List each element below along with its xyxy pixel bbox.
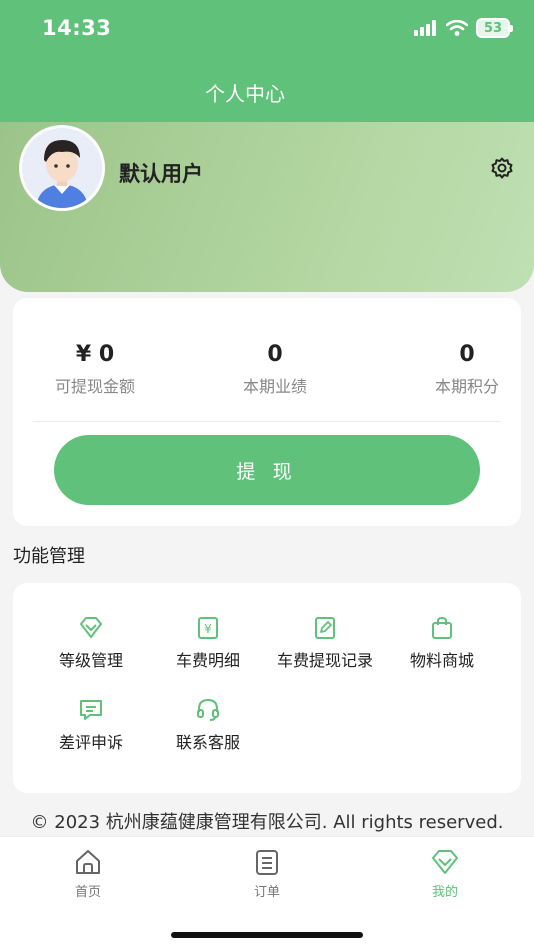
balance-card: ¥ 0 可提现金额 0 本期业绩 0 本期积分 提 现 xyxy=(13,298,521,526)
function-grid: 等级管理 ¥ 车费明细 车费提现记录 物料商城 差评申诉 联系客服 xyxy=(13,583,521,793)
home-indicator xyxy=(171,932,363,938)
func-customer-service[interactable]: 联系客服 xyxy=(143,697,273,753)
signal-icon xyxy=(414,20,436,36)
shopping-bag-icon xyxy=(432,616,452,639)
page-title: 个人中心 xyxy=(205,82,285,106)
copyright-text: © 2023 杭州康蕴健康管理有限公司. All rights reserved… xyxy=(30,812,504,833)
withdraw-button[interactable]: 提 现 xyxy=(54,435,480,505)
section-title: 功能管理 xyxy=(13,546,85,567)
status-icons: 53 xyxy=(414,18,513,38)
yen-doc-icon: ¥ xyxy=(198,617,218,639)
avatar-illustration-icon xyxy=(22,128,102,208)
func-complaint[interactable]: 差评申诉 xyxy=(26,697,156,753)
stat-label: 本期积分 xyxy=(434,377,499,396)
stat-label: 可提现金额 xyxy=(54,377,135,396)
tab-label: 订单 xyxy=(253,885,280,900)
func-label: 联系客服 xyxy=(175,733,240,752)
battery-icon: 53 xyxy=(476,18,513,38)
func-level-management[interactable]: 等级管理 xyxy=(26,615,156,671)
avatar[interactable] xyxy=(19,125,105,211)
home-icon xyxy=(76,850,100,874)
tab-orders[interactable]: 订单 xyxy=(217,847,317,900)
diamond-icon xyxy=(80,617,102,638)
profile-header: 默认用户 xyxy=(0,122,534,292)
tab-label: 首页 xyxy=(74,885,101,900)
stat-value: ¥ 0 xyxy=(75,342,115,367)
tab-mine[interactable]: 我的 xyxy=(395,847,495,900)
divider xyxy=(33,421,501,422)
order-icon xyxy=(256,850,278,875)
func-fare-details[interactable]: ¥ 车费明细 xyxy=(143,615,273,671)
svg-text:¥: ¥ xyxy=(204,622,212,636)
stat-value: 0 xyxy=(459,342,475,367)
tab-label: 我的 xyxy=(431,885,458,900)
profile-diamond-icon xyxy=(432,850,458,874)
stat-label: 本期业绩 xyxy=(242,377,307,396)
status-bar: 14:33 53 xyxy=(0,0,534,60)
stat-performance: 0 本期业绩 xyxy=(213,342,337,397)
nav-bar: 个人中心 xyxy=(0,60,534,122)
message-icon xyxy=(80,700,102,720)
func-label: 物料商城 xyxy=(409,651,474,670)
stat-withdrawable: ¥ 0 可提现金额 xyxy=(33,342,157,397)
settings-gear-icon[interactable] xyxy=(490,156,514,180)
status-time: 14:33 xyxy=(42,16,112,40)
func-label: 等级管理 xyxy=(58,651,123,670)
stat-value: 0 xyxy=(267,342,283,367)
wifi-icon xyxy=(446,20,468,36)
username: 默认用户 xyxy=(119,162,203,186)
edit-doc-icon xyxy=(315,617,335,639)
func-label: 差评申诉 xyxy=(58,733,123,752)
func-label: 车费明细 xyxy=(175,651,240,670)
func-material-mall[interactable]: 物料商城 xyxy=(377,615,507,671)
battery-level: 53 xyxy=(483,20,503,36)
func-withdraw-records[interactable]: 车费提现记录 xyxy=(260,615,390,671)
tab-home[interactable]: 首页 xyxy=(38,847,138,900)
stat-points: 0 本期积分 xyxy=(405,342,529,397)
func-label: 车费提现记录 xyxy=(276,651,373,670)
headset-icon xyxy=(197,698,219,721)
